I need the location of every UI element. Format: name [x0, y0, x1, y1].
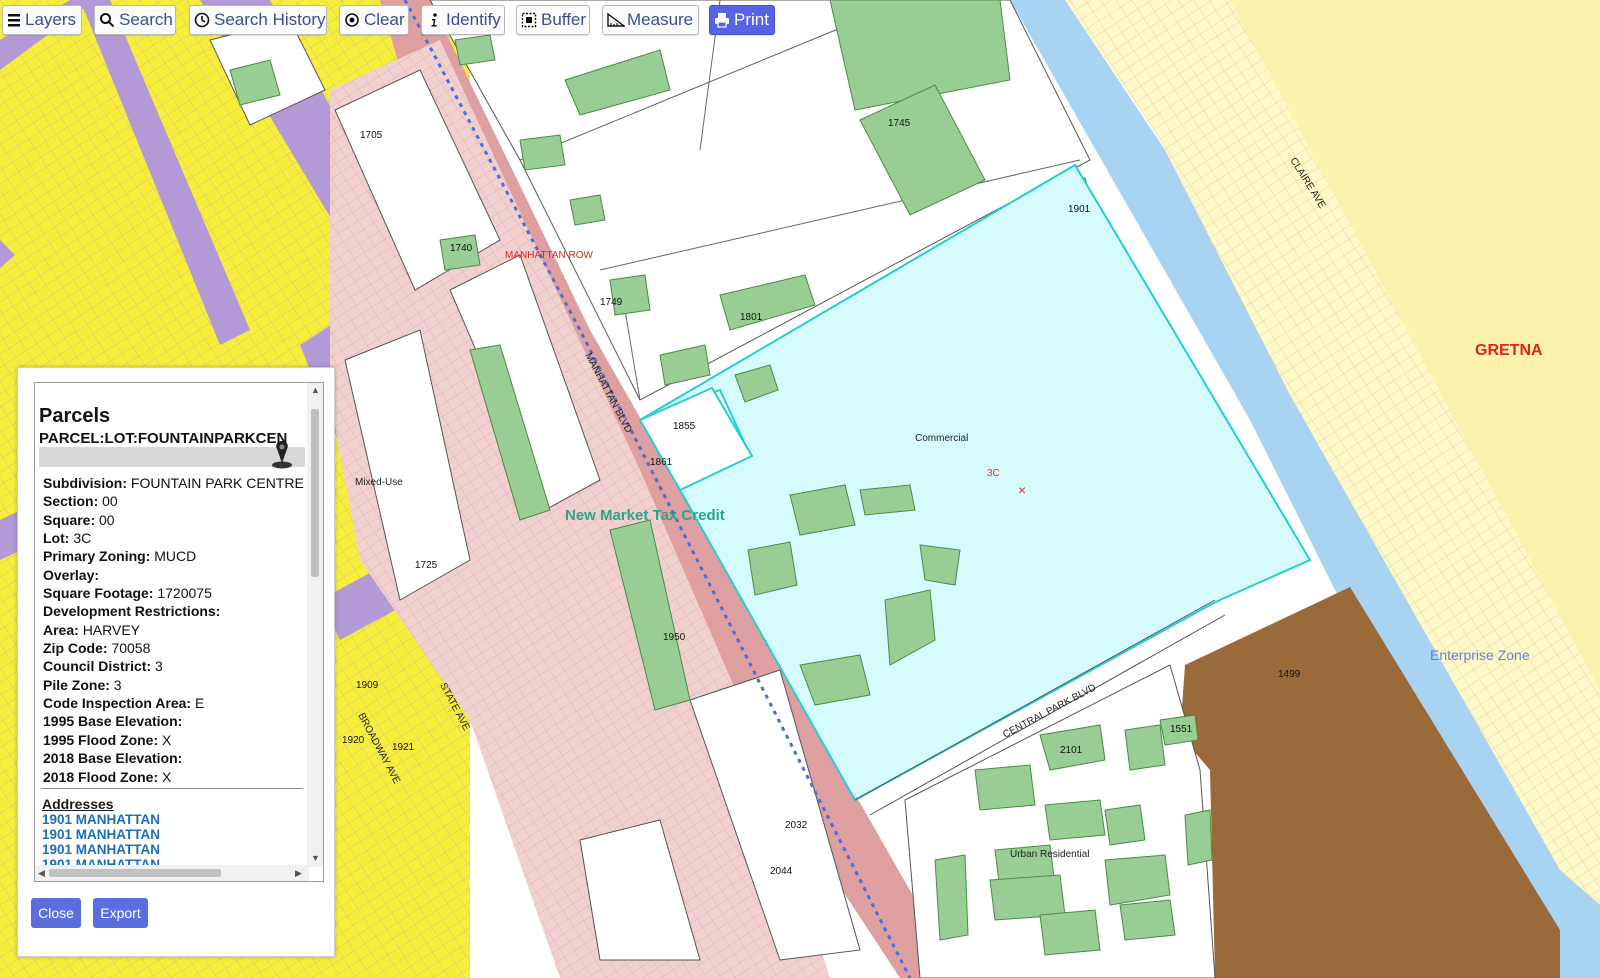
popup-title: Parcels	[39, 405, 111, 427]
attr-development-restrictions: Development Restrictions:	[43, 603, 221, 620]
street-manhattan-row: MANHATTAN ROW	[505, 250, 594, 261]
popup-header-bar	[39, 447, 305, 467]
measure-button[interactable]: Measure	[602, 5, 699, 35]
export-button[interactable]: Export	[93, 898, 148, 928]
popup-subtitle: PARCEL:LOT:FOUNTAINPARKCEN	[39, 430, 288, 447]
attr-1995-flood-zone: 1995 Flood Zone: X	[43, 731, 172, 748]
clear-label: Clear	[364, 10, 405, 29]
ruler-icon	[607, 12, 627, 28]
svg-text:1861: 1861	[650, 457, 673, 468]
identify-label: Identify	[446, 10, 501, 29]
svg-text:1901: 1901	[1068, 204, 1091, 215]
attr-area: Area: HARVEY	[43, 621, 141, 638]
svg-text:1920: 1920	[342, 735, 365, 746]
svg-text:1909: 1909	[356, 680, 379, 691]
attr-1995-base-elevation: 1995 Base Elevation:	[43, 713, 183, 730]
svg-text:1725: 1725	[415, 560, 438, 571]
layers-button[interactable]: Layers	[2, 5, 82, 35]
svg-text:1801: 1801	[740, 312, 763, 323]
attr-2018-base-elevation: 2018 Base Elevation:	[43, 750, 183, 767]
attr-2018-flood-zone: 2018 Flood Zone: X	[43, 768, 172, 785]
address-link[interactable]: 1901 MANHATTAN	[42, 827, 160, 842]
attribute-list: Subdivision: FOUNTAIN PARK CENTRE Sectio…	[43, 474, 304, 786]
svg-text:1921: 1921	[392, 742, 415, 753]
attr-subdivision: Subdivision: FOUNTAIN PARK CENTRE	[43, 475, 304, 491]
search-button[interactable]: Search	[94, 5, 176, 35]
svg-text:1499: 1499	[1278, 669, 1301, 680]
print-button[interactable]: Print	[709, 5, 775, 35]
attr-overlay: Overlay:	[43, 566, 100, 583]
attr-section: Section: 00	[43, 493, 118, 510]
svg-text:1740: 1740	[450, 243, 473, 254]
vertical-scroll-thumb[interactable]	[311, 409, 319, 577]
popup-scroll-area[interactable]: Parcels PARCEL:LOT:FOUNTAINPARKCEN Subdi…	[34, 382, 324, 882]
svg-text:1950: 1950	[663, 632, 686, 643]
search-icon	[99, 12, 115, 28]
parcel-info-popup: Parcels PARCEL:LOT:FOUNTAINPARKCEN Subdi…	[17, 367, 335, 957]
search-history-button[interactable]: Search History	[189, 5, 327, 35]
scroll-up-icon[interactable]: ▲	[311, 385, 320, 395]
enterprise-zone-label: Enterprise Zone	[1430, 647, 1530, 663]
scroll-right-icon[interactable]: ▶	[295, 868, 302, 879]
svg-text:1745: 1745	[888, 118, 911, 129]
addresses-heading: Addresses	[42, 796, 114, 812]
info-icon	[426, 12, 442, 28]
attr-primary-zoning: Primary Zoning: MUCD	[43, 548, 197, 565]
close-button[interactable]: Close	[31, 898, 81, 928]
svg-text:2101: 2101	[1060, 745, 1083, 756]
address-link[interactable]: 1901 MANHATTAN	[42, 842, 160, 857]
commercial-label: Commercial	[915, 433, 968, 444]
svg-text:1749: 1749	[600, 297, 623, 308]
measure-label: Measure	[627, 10, 694, 29]
new-market-tax-credit-label: New Market Tax Credit	[565, 507, 725, 524]
clear-button[interactable]: Clear	[339, 5, 409, 35]
clock-icon	[194, 12, 210, 28]
gretna-label: GRETNA	[1475, 342, 1543, 359]
buffer-label: Buffer	[541, 10, 587, 29]
attr-zip-code: Zip Code: 70058	[43, 640, 151, 657]
search-label: Search	[119, 10, 173, 29]
menu-icon	[7, 12, 21, 28]
buffer-button[interactable]: Buffer	[516, 5, 590, 35]
address-link[interactable]: 1901 MANHATTAN	[42, 812, 160, 827]
printer-icon	[714, 12, 730, 28]
attr-square: Square: 00	[43, 511, 115, 528]
attr-pile-zone: Pile Zone: 3	[43, 676, 122, 693]
map-pin-icon[interactable]	[271, 439, 293, 469]
svg-text:2044: 2044	[770, 866, 793, 877]
target-icon	[344, 12, 360, 28]
mixed-use-label: Mixed-Use	[355, 477, 403, 488]
attr-council-district: Council District: 3	[43, 658, 163, 675]
selected-marker: ×	[1018, 482, 1026, 498]
svg-text:1705: 1705	[360, 130, 383, 141]
layers-label: Layers	[25, 10, 77, 29]
identify-button[interactable]: Identify	[421, 5, 505, 35]
attr-code-inspection-area: Code Inspection Area: E	[43, 695, 205, 712]
svg-text:1551: 1551	[1170, 724, 1193, 735]
popup-content: Parcels PARCEL:LOT:FOUNTAINPARKCEN Subdi…	[35, 383, 309, 867]
print-label: Print	[734, 10, 769, 29]
attr-square-footage: Square Footage: 1720075	[43, 585, 212, 602]
horizontal-scrollbar[interactable]: ◀ ▶	[35, 865, 309, 881]
svg-text:2032: 2032	[785, 820, 808, 831]
vertical-scrollbar[interactable]: ▲ ▼	[307, 383, 323, 867]
scroll-left-icon[interactable]: ◀	[38, 868, 45, 879]
horizontal-scroll-thumb[interactable]	[49, 869, 221, 877]
urban-residential-label: Urban Residential	[1010, 849, 1090, 860]
search-history-label: Search History	[214, 10, 326, 29]
svg-text:1855: 1855	[673, 421, 696, 432]
divider	[41, 788, 303, 789]
scroll-down-icon[interactable]: ▼	[311, 853, 320, 863]
attr-lot: Lot: 3C	[43, 530, 92, 547]
buffer-icon	[521, 12, 537, 28]
selected-zone-label: 3C	[987, 468, 1000, 479]
